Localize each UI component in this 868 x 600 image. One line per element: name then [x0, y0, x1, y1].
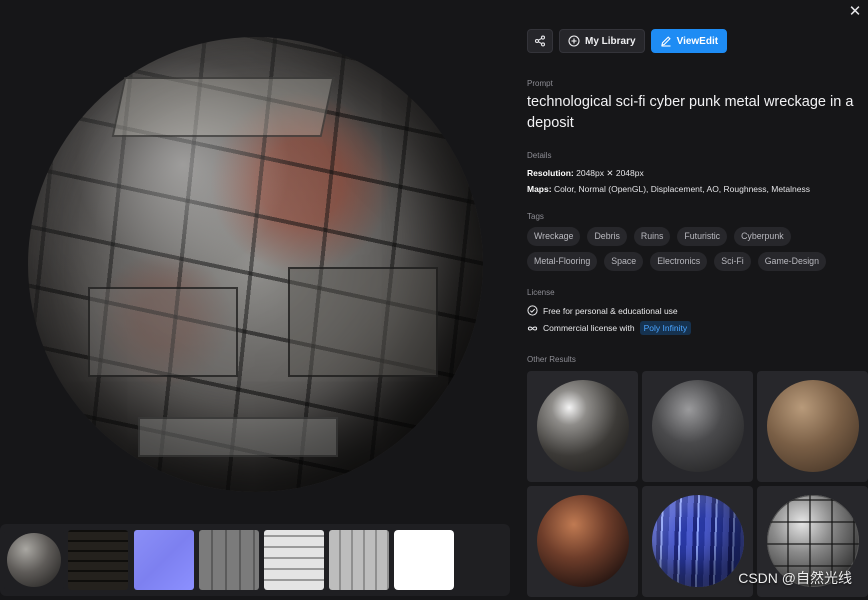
- poly-infinity-link[interactable]: Poly Infinity: [639, 321, 692, 335]
- map-thumbnail-strip: [0, 524, 510, 596]
- view-edit-label: ViewEdit: [676, 35, 719, 47]
- edit-icon: [660, 36, 671, 47]
- thumbnail-ao-map[interactable]: [264, 530, 324, 590]
- sphere-detail: [288, 267, 438, 377]
- sphere-detail: [111, 77, 335, 137]
- result-sphere: [652, 495, 744, 587]
- share-button[interactable]: [527, 29, 553, 53]
- close-icon[interactable]: ✕: [846, 3, 864, 21]
- result-sphere: [537, 380, 629, 472]
- thumbnail-displacement-map[interactable]: [199, 530, 259, 590]
- tag-chip[interactable]: Metal-Flooring: [527, 252, 598, 271]
- check-circle-icon: [527, 305, 538, 316]
- resolution-value: 2048px ✕ 2048px: [576, 168, 644, 178]
- plus-circle-icon: [568, 35, 580, 47]
- tag-chip[interactable]: Game-Design: [757, 252, 826, 271]
- details-label: Details: [527, 151, 552, 160]
- my-library-label: My Library: [585, 35, 636, 47]
- license-free-line: Free for personal & educational use: [527, 305, 678, 316]
- thumbnail-metalness-map[interactable]: [394, 530, 454, 590]
- resolution-label: Resolution:: [527, 168, 574, 178]
- tag-list: Wreckage Debris Ruins Futuristic Cyberpu…: [527, 227, 857, 271]
- sphere-detail: [138, 417, 338, 457]
- result-card[interactable]: [527, 371, 638, 482]
- license-commercial-line: Commercial license with Poly Infinity: [527, 321, 692, 335]
- thumbnail-normal-map[interactable]: [134, 530, 194, 590]
- prompt-text: technological sci-fi cyber punk metal wr…: [527, 94, 854, 131]
- tag-chip[interactable]: Space: [604, 252, 644, 271]
- result-card[interactable]: [757, 371, 868, 482]
- thumbnail-roughness-map[interactable]: [329, 530, 389, 590]
- thumbnail-preview-sphere[interactable]: [4, 530, 64, 590]
- watermark-text: CSDN @自然光线: [738, 570, 852, 586]
- sphere-detail: [88, 287, 238, 377]
- thumbnail-color-map[interactable]: [68, 530, 128, 590]
- result-card[interactable]: [527, 486, 638, 597]
- license-commercial-text: Commercial license with: [543, 323, 635, 333]
- action-bar: My Library ViewEdit: [527, 29, 728, 53]
- maps-line: Maps: Color, Normal (OpenGL), Displaceme…: [527, 184, 810, 194]
- tags-label: Tags: [527, 212, 544, 221]
- resolution-line: Resolution: 2048px ✕ 2048px: [527, 168, 644, 179]
- prompt-label: Prompt: [527, 79, 553, 88]
- infinity-icon: [527, 325, 538, 331]
- material-preview-sphere[interactable]: [28, 37, 483, 492]
- result-card[interactable]: [642, 371, 753, 482]
- result-sphere: [767, 380, 859, 472]
- result-sphere: [652, 380, 744, 472]
- tag-chip[interactable]: Electronics: [650, 252, 708, 271]
- mini-sphere: [7, 533, 61, 587]
- tag-chip[interactable]: Ruins: [633, 227, 671, 246]
- my-library-button[interactable]: My Library: [559, 29, 645, 53]
- maps-value: Color, Normal (OpenGL), Displacement, AO…: [553, 184, 810, 194]
- tag-chip[interactable]: Cyberpunk: [734, 227, 791, 246]
- tag-chip[interactable]: Wreckage: [527, 227, 581, 246]
- license-label: License: [527, 288, 555, 297]
- details-panel: ✕ My Library ViewEdit Prompt technologic…: [515, 0, 868, 600]
- material-viewer[interactable]: [0, 0, 515, 600]
- share-icon: [534, 35, 546, 47]
- tag-chip[interactable]: Futuristic: [677, 227, 728, 246]
- view-edit-button[interactable]: ViewEdit: [650, 29, 728, 53]
- other-results-label: Other Results: [527, 355, 576, 364]
- result-card[interactable]: [642, 486, 753, 597]
- maps-label: Maps:: [527, 184, 552, 194]
- tag-chip[interactable]: Sci-Fi: [714, 252, 751, 271]
- license-free-text: Free for personal & educational use: [543, 305, 678, 316]
- result-sphere: [537, 495, 629, 587]
- tag-chip[interactable]: Debris: [587, 227, 627, 246]
